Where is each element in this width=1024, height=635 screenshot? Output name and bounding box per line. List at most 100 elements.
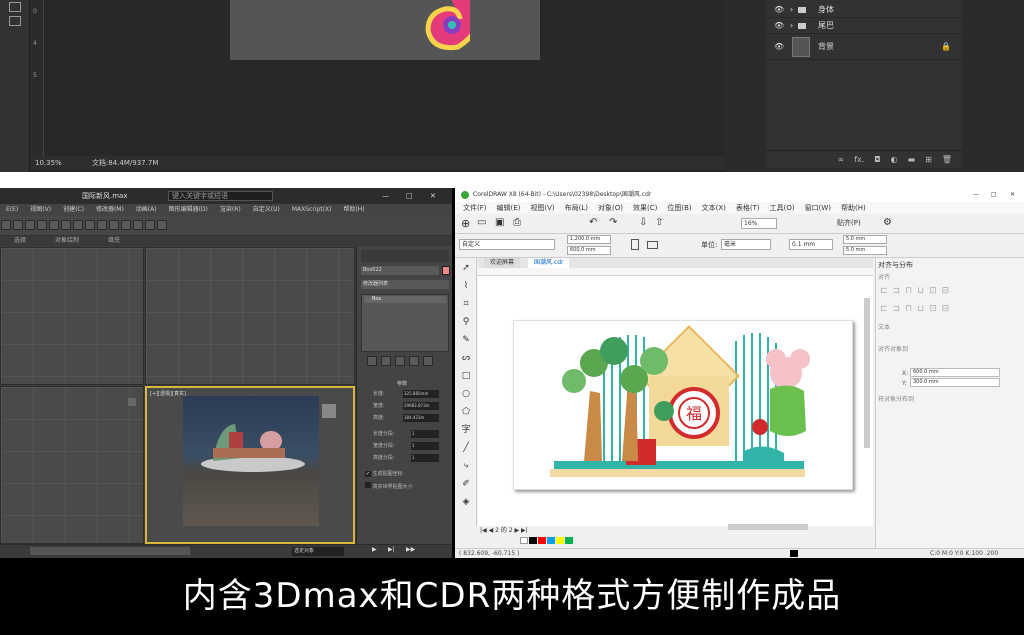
- folder-icon[interactable]: ▬: [908, 155, 916, 164]
- param-input[interactable]: 1: [411, 454, 439, 462]
- section-label[interactable]: 将对象分布到: [878, 394, 914, 403]
- nudge-field[interactable]: 0.1 mm: [789, 239, 833, 250]
- zoom-dropdown[interactable]: 16%: [741, 218, 777, 229]
- param-input[interactable]: 325.885mm: [403, 390, 439, 398]
- scale-icon[interactable]: [73, 220, 83, 230]
- ribbon-tab[interactable]: 对象绘制: [55, 236, 79, 246]
- param-input[interactable]: 1: [411, 430, 439, 438]
- y-field[interactable]: 300.0 mm: [910, 378, 1000, 387]
- menu-item[interactable]: 修改器(M): [96, 204, 124, 216]
- layer-icon[interactable]: [121, 220, 131, 230]
- ps-zoom-level[interactable]: 10.35%: [35, 159, 62, 167]
- viewport-top[interactable]: [0, 247, 144, 385]
- close-icon[interactable]: ✕: [430, 188, 436, 204]
- minimize-icon[interactable]: —: [382, 188, 389, 204]
- ellipse-tool-icon[interactable]: ○: [460, 388, 472, 400]
- section-label[interactable]: 文本: [878, 322, 890, 331]
- save-icon[interactable]: ▣: [495, 217, 504, 228]
- link-icon[interactable]: ∞: [838, 155, 845, 164]
- x-field[interactable]: 600.0 mm: [910, 368, 1000, 377]
- menu-item[interactable]: 表格(T): [736, 202, 760, 214]
- menu-item[interactable]: 文件(F): [463, 202, 487, 214]
- next-page-icon[interactable]: ▶: [514, 527, 519, 534]
- modifier-stack[interactable]: Box: [361, 294, 449, 352]
- settings-icon[interactable]: ⚙: [883, 217, 892, 228]
- maximize-icon[interactable]: □: [991, 188, 997, 202]
- tab-document[interactable]: 国潮风.cdr: [528, 258, 570, 268]
- open-icon[interactable]: ▭: [477, 217, 486, 228]
- undo-icon[interactable]: [1, 220, 11, 230]
- menu-item[interactable]: 图形编辑器(D): [169, 204, 208, 216]
- render-icon[interactable]: [157, 220, 167, 230]
- timeline[interactable]: [30, 547, 190, 555]
- menu-item[interactable]: 工具(O): [770, 202, 795, 214]
- params-header[interactable]: 参数: [397, 380, 407, 387]
- palette-swatch[interactable]: [538, 536, 546, 544]
- vertical-scrollbar[interactable]: [864, 298, 870, 448]
- redo-icon[interactable]: [13, 220, 23, 230]
- link-icon[interactable]: [25, 220, 35, 230]
- chevron-right-icon[interactable]: ›: [790, 2, 793, 18]
- menu-item[interactable]: MAXScript(X): [292, 204, 332, 216]
- page-width-field[interactable]: 1,200.0 mm: [567, 235, 611, 244]
- ribbon-tab[interactable]: 选择: [14, 236, 26, 246]
- minimize-icon[interactable]: —: [973, 188, 979, 202]
- show-end-icon[interactable]: [381, 356, 391, 366]
- menu-item[interactable]: E(E): [6, 204, 18, 216]
- configure-icon[interactable]: [423, 356, 433, 366]
- last-page-icon[interactable]: ▶|: [521, 527, 528, 534]
- viewport-gizmo[interactable]: [322, 404, 336, 418]
- make-unique-icon[interactable]: [395, 356, 405, 366]
- modifier-list[interactable]: 修改器列表: [361, 280, 449, 289]
- snap-icon[interactable]: [85, 220, 95, 230]
- ps-tool-icon[interactable]: [9, 2, 21, 12]
- landscape-icon[interactable]: [647, 241, 658, 249]
- remove-modifier-icon[interactable]: [409, 356, 419, 366]
- pin-stack-icon[interactable]: [367, 356, 377, 366]
- checkbox[interactable]: [365, 482, 371, 488]
- rotate-icon[interactable]: [61, 220, 71, 230]
- checkbox-row[interactable]: ✓ 生成贴图坐标: [365, 470, 449, 479]
- palette-swatch[interactable]: [529, 536, 537, 544]
- end-icon[interactable]: ▶▶: [406, 546, 415, 553]
- portrait-icon[interactable]: [631, 239, 639, 250]
- mirror-icon[interactable]: [97, 220, 107, 230]
- page-preset-dropdown[interactable]: 自定义: [459, 239, 555, 250]
- eye-icon[interactable]: 👁: [774, 34, 784, 60]
- menu-item[interactable]: 帮助(H): [841, 202, 866, 214]
- selection-dropdown[interactable]: 选定对象: [292, 547, 344, 556]
- units-dropdown[interactable]: 毫米: [721, 239, 771, 250]
- mask-icon[interactable]: ◘: [874, 155, 880, 164]
- page-height-field[interactable]: 600.0 mm: [567, 246, 611, 255]
- menu-item[interactable]: 文本(X): [702, 202, 726, 214]
- menu-item[interactable]: 渲染(R): [220, 204, 241, 216]
- section-label[interactable]: 对齐对象到: [878, 344, 908, 353]
- new-layer-icon[interactable]: ⊞: [925, 155, 932, 164]
- layer-row[interactable]: 👁 › 身体: [766, 2, 962, 18]
- redo-icon[interactable]: ↷: [609, 217, 617, 228]
- text-tool-icon[interactable]: 字: [460, 424, 472, 436]
- cdr-page[interactable]: 福: [513, 320, 853, 490]
- adjustment-icon[interactable]: ◐: [891, 155, 898, 164]
- checkbox-row[interactable]: 真实世界贴图大小: [365, 482, 449, 491]
- viewport-label[interactable]: [+][透视][真实]: [150, 390, 186, 397]
- eye-icon[interactable]: 👁: [774, 2, 784, 18]
- viewport-left[interactable]: [0, 386, 144, 544]
- connector-tool-icon[interactable]: ⤷: [460, 460, 472, 472]
- close-icon[interactable]: ✕: [1010, 188, 1015, 202]
- palette-swatch[interactable]: [565, 536, 573, 544]
- menu-item[interactable]: 创建(C): [63, 204, 84, 216]
- snap-dropdown[interactable]: 贴齐(P): [837, 218, 861, 228]
- param-input[interactable]: 29683.873m: [403, 402, 439, 410]
- render-setup-icon[interactable]: [145, 220, 155, 230]
- tab-welcome[interactable]: 欢迎屏幕: [484, 258, 521, 268]
- horizontal-scrollbar[interactable]: [728, 524, 808, 530]
- select-icon[interactable]: [37, 220, 47, 230]
- export-icon[interactable]: ⇧: [655, 217, 663, 228]
- prev-page-icon[interactable]: ◀: [489, 527, 494, 534]
- eyedropper-icon[interactable]: ✐: [460, 478, 472, 490]
- max-search-input[interactable]: 键入关键字或短语: [168, 191, 273, 201]
- param-input[interactable]: 1: [411, 442, 439, 450]
- fx-icon[interactable]: fx.: [854, 155, 864, 164]
- object-name-field[interactable]: Box022: [361, 266, 439, 275]
